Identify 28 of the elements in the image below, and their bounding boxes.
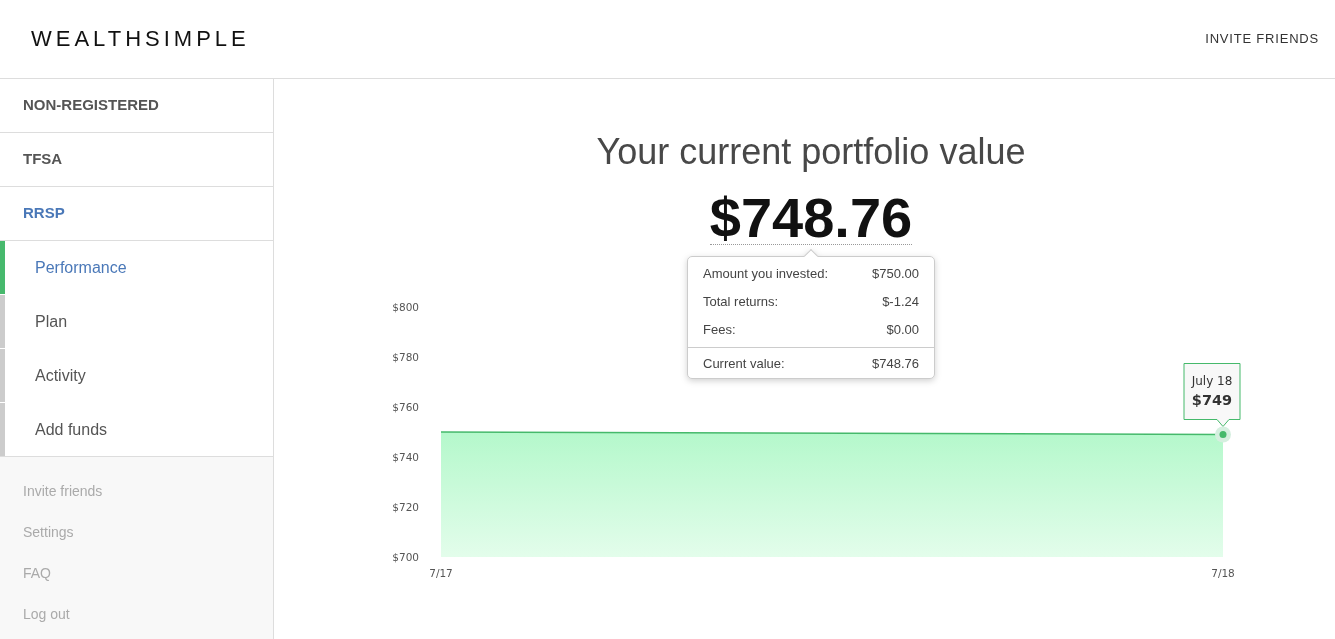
breakdown-value: $750.00 bbox=[872, 265, 919, 284]
account-tab[interactable]: TFSA bbox=[0, 133, 273, 187]
y-axis-label: $740 bbox=[392, 451, 419, 463]
sidebar-subitem[interactable]: Performance bbox=[0, 241, 273, 294]
breakdown-value: $0.00 bbox=[886, 321, 919, 340]
y-axis-label: $700 bbox=[392, 551, 419, 563]
page-title: Your current portfolio value bbox=[596, 131, 1026, 173]
breakdown-label: Fees: bbox=[703, 321, 736, 340]
breakdown-label: Amount you invested: bbox=[703, 265, 829, 284]
portfolio-value[interactable]: $748.76 bbox=[709, 191, 913, 245]
x-axis-label: 7/17 bbox=[429, 567, 453, 579]
breakdown-label: Total returns: bbox=[703, 293, 779, 312]
total-label: Current value: bbox=[703, 355, 785, 374]
account-tab[interactable]: NON-REGISTERED bbox=[0, 79, 273, 133]
y-axis-label: $800 bbox=[392, 301, 419, 313]
y-axis-label: $760 bbox=[392, 401, 419, 413]
tooltip-value: $749 bbox=[1191, 391, 1233, 408]
brand-logo[interactable]: WEALTHSIMPLE bbox=[31, 28, 250, 50]
sidebar-subitem[interactable]: Plan bbox=[0, 295, 273, 348]
y-axis-label: $720 bbox=[392, 501, 419, 513]
sidebar-subitem[interactable]: Activity bbox=[0, 349, 273, 402]
x-axis-label: 7/18 bbox=[1211, 567, 1235, 579]
breakdown-value: $-1.24 bbox=[882, 293, 919, 312]
invite-friends-link[interactable]: INVITE FRIENDS bbox=[1205, 31, 1319, 47]
y-axis-label: $780 bbox=[392, 351, 419, 363]
account-tab[interactable]: RRSP bbox=[0, 187, 273, 241]
total-value: $748.76 bbox=[872, 355, 919, 374]
tooltip-date: July 18 bbox=[1191, 373, 1233, 388]
